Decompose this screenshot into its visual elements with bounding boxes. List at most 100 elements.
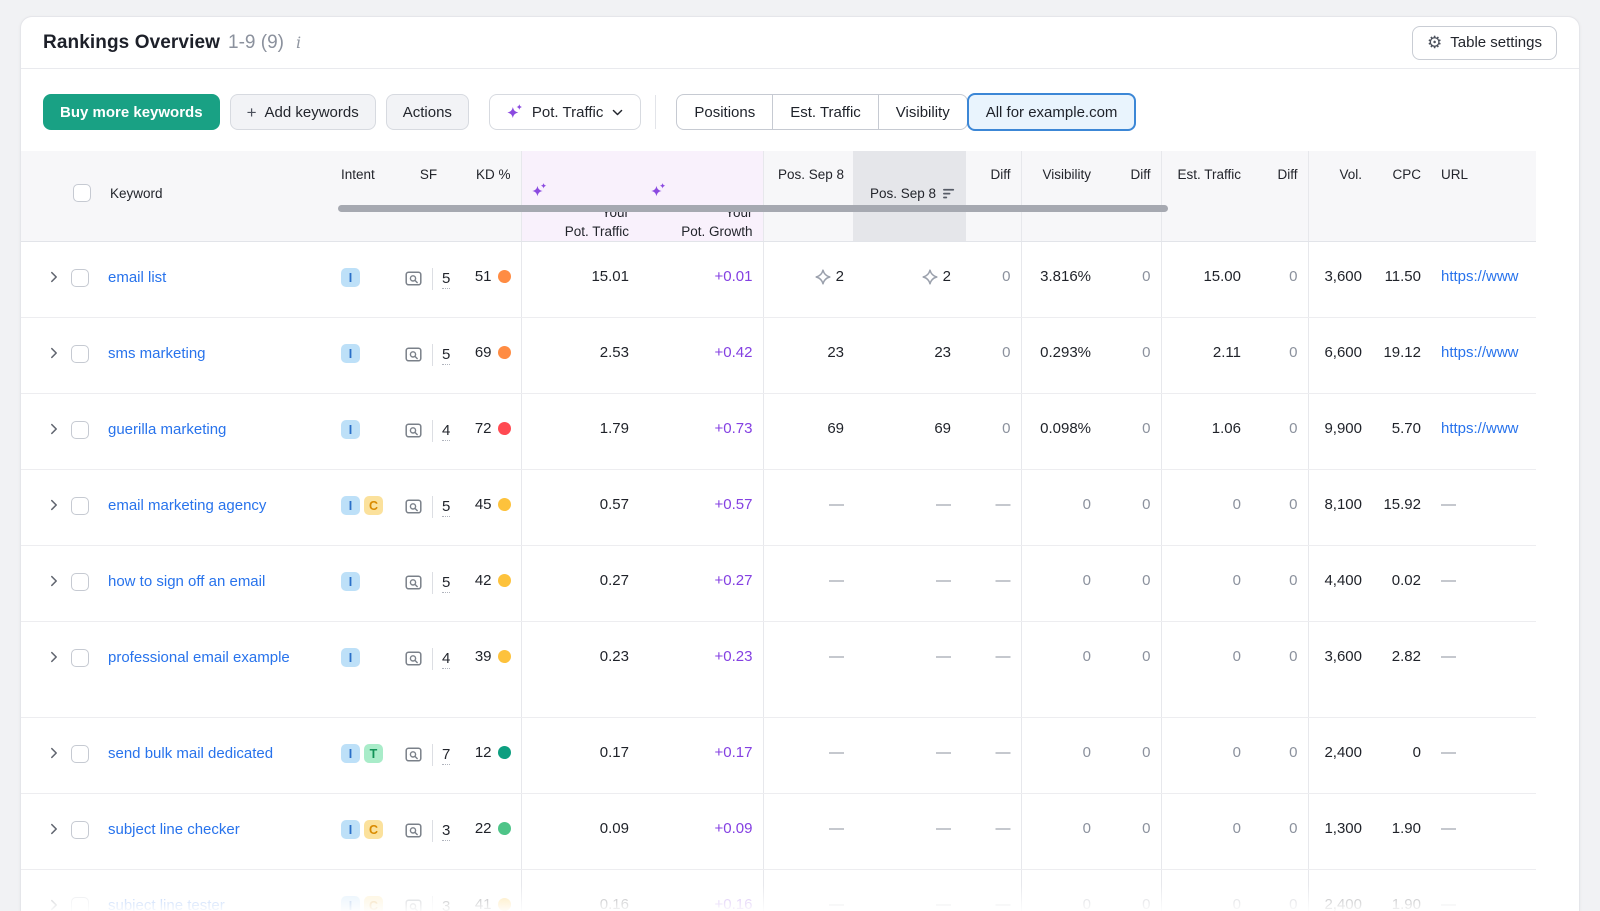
serp-features-count[interactable]: 4 bbox=[442, 649, 450, 669]
pos-value: — bbox=[829, 572, 844, 589]
pos-content: — bbox=[764, 744, 854, 761]
kd-cell: 22 bbox=[461, 794, 521, 870]
select-all-checkbox[interactable] bbox=[73, 184, 91, 202]
chevron-right-icon[interactable] bbox=[47, 422, 61, 440]
pos-value: 69 bbox=[827, 420, 844, 437]
serp-features-icon[interactable] bbox=[405, 347, 423, 363]
est-traffic-cell: 0 bbox=[1161, 546, 1249, 622]
horizontal-scrollbar[interactable] bbox=[338, 205, 1168, 212]
serp-features-count[interactable]: 3 bbox=[442, 897, 450, 911]
chevron-right-icon[interactable] bbox=[47, 746, 61, 764]
serp-features-count[interactable]: 7 bbox=[442, 745, 450, 765]
keyword-link[interactable]: sms marketing bbox=[108, 344, 206, 364]
pot-growth-cell: +0.17 bbox=[641, 718, 763, 794]
column-header-cpc[interactable]: CPC bbox=[1367, 151, 1426, 242]
keyword-link[interactable]: guerilla marketing bbox=[108, 420, 226, 440]
volume-cell: 2,400 bbox=[1308, 870, 1367, 911]
pos-prev-cell: — bbox=[763, 718, 853, 794]
column-header-pot-traffic[interactable]: Your Pot. Traffic bbox=[521, 151, 641, 242]
column-header-url[interactable]: URL bbox=[1426, 151, 1536, 242]
table-settings-button[interactable]: ⚙ Table settings bbox=[1412, 26, 1557, 60]
volume-cell: 3,600 bbox=[1308, 242, 1367, 318]
chevron-right-icon[interactable] bbox=[47, 822, 61, 840]
column-header-visibility[interactable]: Visibility bbox=[1021, 151, 1102, 242]
chevron-right-icon[interactable] bbox=[47, 650, 61, 668]
row-checkbox[interactable] bbox=[71, 821, 89, 839]
column-header-diff-1[interactable]: Diff bbox=[966, 151, 1021, 242]
column-header-sf[interactable]: SF bbox=[396, 151, 461, 242]
chevron-right-icon[interactable] bbox=[47, 898, 61, 911]
table-row: sms marketingI5692.53+0.42232300.293%02.… bbox=[21, 318, 1536, 394]
pos-value: 23 bbox=[934, 344, 951, 361]
row-checkbox[interactable] bbox=[71, 745, 89, 763]
segment-est-traffic[interactable]: Est. Traffic bbox=[773, 94, 879, 130]
column-header-intent[interactable]: Intent bbox=[331, 151, 396, 242]
serp-features-count[interactable]: 5 bbox=[442, 573, 450, 593]
url-link[interactable]: https://www bbox=[1441, 420, 1519, 437]
chevron-right-icon[interactable] bbox=[47, 498, 61, 516]
serp-features-icon[interactable] bbox=[405, 423, 423, 439]
actions-button[interactable]: Actions bbox=[386, 94, 469, 130]
volume-cell: 8,100 bbox=[1308, 470, 1367, 546]
serp-features-icon[interactable] bbox=[405, 747, 423, 763]
segment-visibility[interactable]: Visibility bbox=[879, 94, 968, 130]
column-header-diff-2[interactable]: Diff bbox=[1102, 151, 1161, 242]
column-header-pot-growth[interactable]: Your Pot. Growth bbox=[641, 151, 763, 242]
serp-features-count[interactable]: 3 bbox=[442, 821, 450, 841]
column-header-kd[interactable]: KD % bbox=[461, 151, 521, 242]
add-keywords-button[interactable]: + Add keywords bbox=[230, 94, 376, 130]
column-header-pos-current-sorted[interactable]: Pos. Sep 8 bbox=[853, 151, 966, 242]
visibility-diff-cell: 0 bbox=[1102, 718, 1161, 794]
serp-features-icon[interactable] bbox=[405, 651, 423, 667]
row-checkbox[interactable] bbox=[71, 345, 89, 363]
serp-features-cell: 7 bbox=[396, 718, 461, 794]
keyword-link[interactable]: how to sign off an email bbox=[108, 572, 265, 592]
serp-features-icon[interactable] bbox=[405, 899, 423, 911]
metric-dropdown-button[interactable]: Pot. Traffic bbox=[489, 94, 641, 130]
column-header-keyword[interactable]: Keyword bbox=[21, 151, 331, 242]
keyword-link[interactable]: professional email example bbox=[108, 648, 290, 668]
row-checkbox[interactable] bbox=[71, 269, 89, 287]
serp-features-icon[interactable] bbox=[405, 499, 423, 515]
keyword-link[interactable]: email marketing agency bbox=[108, 496, 266, 516]
chevron-right-icon[interactable] bbox=[47, 574, 61, 592]
kd-difficulty-dot bbox=[498, 422, 511, 435]
visibility-cell: 0 bbox=[1021, 546, 1102, 622]
segment-all-for-domain[interactable]: All for example.com bbox=[967, 93, 1137, 131]
serp-features-icon[interactable] bbox=[405, 823, 423, 839]
table-row: guerilla marketingI4721.79+0.73696900.09… bbox=[21, 394, 1536, 470]
sf-divider bbox=[432, 744, 433, 766]
serp-features-icon[interactable] bbox=[405, 575, 423, 591]
column-header-volume[interactable]: Vol. bbox=[1308, 151, 1367, 242]
chevron-right-icon[interactable] bbox=[47, 346, 61, 364]
pos-current-cell: — bbox=[853, 470, 966, 546]
serp-features-count[interactable]: 5 bbox=[442, 497, 450, 517]
table-row: professional email exampleI4390.23+0.23—… bbox=[21, 622, 1536, 718]
est-traffic-diff-cell: 0 bbox=[1249, 318, 1308, 394]
serp-features-icon[interactable] bbox=[405, 271, 423, 287]
column-header-est-traffic[interactable]: Est. Traffic bbox=[1161, 151, 1249, 242]
url-link[interactable]: https://www bbox=[1441, 344, 1519, 361]
row-checkbox[interactable] bbox=[71, 649, 89, 667]
row-checkbox[interactable] bbox=[71, 573, 89, 591]
keyword-link[interactable]: subject line tester bbox=[108, 896, 225, 911]
segment-positions[interactable]: Positions bbox=[676, 94, 773, 130]
chevron-right-icon[interactable] bbox=[47, 270, 61, 288]
volume-cell: 4,400 bbox=[1308, 546, 1367, 622]
row-checkbox[interactable] bbox=[71, 497, 89, 515]
column-header-pos-prev[interactable]: Pos. Sep 8 bbox=[763, 151, 853, 242]
row-checkbox[interactable] bbox=[71, 421, 89, 439]
serp-features-count[interactable]: 4 bbox=[442, 421, 450, 441]
row-checkbox[interactable] bbox=[71, 897, 89, 911]
keyword-link[interactable]: email list bbox=[108, 268, 166, 288]
keyword-link[interactable]: subject line checker bbox=[108, 820, 240, 840]
info-icon[interactable]: i bbox=[292, 33, 305, 52]
keyword-link[interactable]: send bulk mail dedicated bbox=[108, 744, 273, 764]
serp-features-count[interactable]: 5 bbox=[442, 345, 450, 365]
buy-more-keywords-button[interactable]: Buy more keywords bbox=[43, 94, 220, 130]
url-link[interactable]: https://www bbox=[1441, 268, 1519, 285]
pos-current-cell: — bbox=[853, 870, 966, 911]
kd-difficulty-dot bbox=[498, 270, 511, 283]
serp-features-count[interactable]: 5 bbox=[442, 269, 450, 289]
column-header-diff-3[interactable]: Diff bbox=[1249, 151, 1308, 242]
